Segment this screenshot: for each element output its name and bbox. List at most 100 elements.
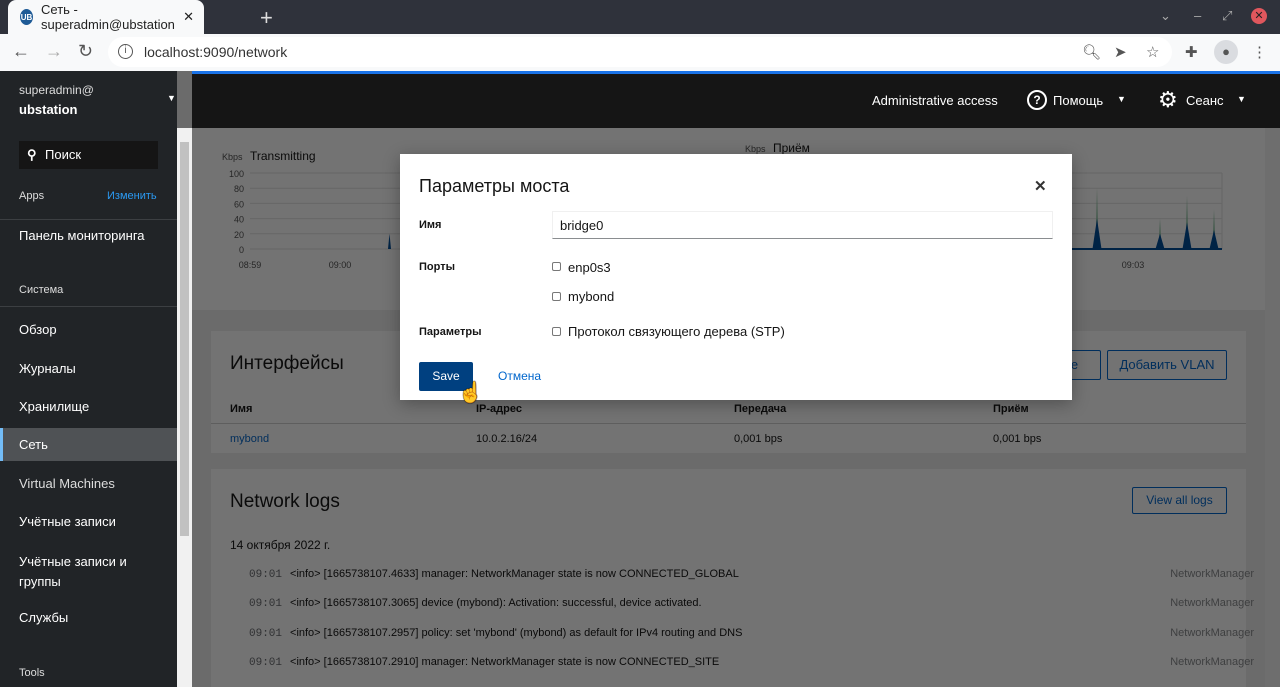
- send-icon[interactable]: ➤: [1114, 43, 1127, 61]
- tab-search-icon[interactable]: ⌄: [1160, 8, 1171, 24]
- star-icon[interactable]: ☆: [1146, 43, 1159, 61]
- column-header-tx[interactable]: Передача: [734, 403, 786, 415]
- log-message: <info> [1665738107.3065] device (mybond)…: [290, 597, 702, 609]
- search-icon: ⚲: [27, 147, 37, 162]
- stp-label[interactable]: Протокол связующего дерева (STP): [568, 324, 785, 339]
- extensions-icon[interactable]: ✚: [1185, 43, 1198, 61]
- params-label: Параметры: [419, 326, 482, 338]
- stp-checkbox[interactable]: [552, 327, 561, 336]
- dialog-title: Параметры моста: [419, 176, 570, 196]
- address-bar[interactable]: i localhost:9090/network: [108, 37, 1172, 67]
- ports-label: Порты: [419, 261, 455, 273]
- cancel-button[interactable]: Отмена: [498, 369, 541, 383]
- edit-apps-link[interactable]: Изменить: [107, 190, 157, 202]
- chart-title: Приём: [773, 141, 810, 155]
- maximize-icon[interactable]: ⤢: [1222, 8, 1232, 24]
- interface-rx: 0,001 bps: [993, 433, 1042, 445]
- log-entry[interactable]: 09:01 <info> [1665738107.2910] manager: N…: [249, 656, 1254, 669]
- divider: [0, 219, 177, 220]
- bridge-name-input[interactable]: bridge0: [552, 211, 1053, 239]
- name-label: Имя: [419, 219, 442, 231]
- tools-label: Tools: [19, 667, 45, 679]
- info-icon[interactable]: i: [118, 44, 133, 59]
- chart-y-unit: Kbps: [745, 144, 766, 154]
- log-time: 09:01: [249, 628, 283, 640]
- page-scrollbar[interactable]: [1265, 128, 1280, 687]
- search-placeholder: Поиск: [45, 147, 82, 162]
- column-header-rx[interactable]: Приём: [993, 403, 1029, 415]
- host-name: ubstation: [19, 102, 78, 117]
- port-enp0s3-label[interactable]: enp0s3: [568, 260, 611, 275]
- administrative-access-button[interactable]: Administrative access: [872, 93, 998, 108]
- host-dropdown-icon[interactable]: ▼: [167, 93, 176, 103]
- x-tick-label: 09:03: [1122, 260, 1145, 270]
- network-logs-title: Network logs: [230, 491, 340, 512]
- sidebar: superadmin@ ubstation ▼ ⚲ Поиск Apps Изм…: [0, 71, 177, 687]
- log-time: 09:01: [249, 657, 283, 669]
- log-time: 09:01: [249, 598, 283, 610]
- sidebar-item-services[interactable]: Службы: [19, 610, 68, 625]
- hand-cursor-icon: ☝: [458, 382, 483, 404]
- minimize-icon[interactable]: –: [1194, 8, 1201, 23]
- interface-ip: 10.0.2.16/24: [476, 433, 538, 445]
- bridge-name-value: bridge0: [560, 218, 604, 233]
- log-source: NetworkManager: [1170, 627, 1254, 639]
- view-all-logs-button[interactable]: View all logs: [1132, 487, 1227, 514]
- help-menu[interactable]: Помощь: [1053, 93, 1103, 108]
- close-window-icon[interactable]: ✕: [1251, 8, 1267, 24]
- log-source: NetworkManager: [1170, 568, 1254, 580]
- close-icon[interactable]: ✕: [1034, 177, 1047, 195]
- sidebar-item-storage[interactable]: Хранилище: [19, 399, 89, 414]
- sidebar-item-network-label: Сеть: [19, 437, 48, 452]
- menu-icon[interactable]: ⋮: [1252, 43, 1267, 61]
- search-input[interactable]: ⚲ Поиск: [19, 141, 158, 169]
- network-logs-card: Network logs View all logs 14 октября 20…: [211, 469, 1254, 687]
- browser-tab[interactable]: UB Сеть - superadmin@ubstation ✕: [8, 0, 204, 34]
- port-mybond-checkbox[interactable]: [552, 292, 561, 301]
- close-tab-icon[interactable]: ✕: [183, 9, 194, 25]
- log-entry[interactable]: 09:01 <info> [1665738107.2957] policy: se…: [249, 627, 1254, 640]
- help-icon: ?: [1027, 90, 1047, 110]
- sidebar-item-logs[interactable]: Журналы: [19, 361, 76, 376]
- tab-title: Сеть - superadmin@ubstation: [41, 2, 175, 32]
- log-entry[interactable]: 09:01 <info> [1665738107.4633] manager: N…: [249, 568, 1254, 581]
- column-header-name[interactable]: Имя: [230, 403, 252, 415]
- table-row[interactable]: mybond 10.0.2.16/24 0,001 bps 0,001 bps: [211, 423, 1246, 453]
- y-tick-label: 40: [234, 215, 244, 225]
- sidebar-item-dashboard[interactable]: Панель мониторинга: [19, 228, 145, 243]
- reload-icon[interactable]: ↻: [78, 41, 93, 62]
- sidebar-item-accounts[interactable]: Учётные записи: [19, 514, 116, 529]
- log-message: <info> [1665738107.4633] manager: Networ…: [290, 568, 739, 580]
- log-entry[interactable]: 09:01 <info> [1665738107.3065] device (my…: [249, 597, 1254, 610]
- bridge-settings-dialog: Параметры моста ✕ Имя bridge0 Порты enp0…: [400, 154, 1072, 404]
- zoom-icon[interactable]: 🔍︎: [1082, 43, 1101, 61]
- sidebar-item-accounts-groups[interactable]: Учётные записи и группы: [19, 552, 149, 592]
- favicon-icon: UB: [20, 9, 34, 25]
- session-menu[interactable]: Сеанс: [1186, 93, 1224, 108]
- forward-icon[interactable]: →: [45, 41, 63, 62]
- profile-icon[interactable]: ●: [1214, 40, 1238, 64]
- log-message: <info> [1665738107.2957] policy: set 'my…: [290, 627, 743, 639]
- interface-name-link[interactable]: mybond: [230, 433, 269, 445]
- divider: [0, 306, 177, 307]
- url-text: localhost:9090/network: [144, 44, 288, 60]
- top-header: Administrative access ? Помощь ▼ ⚙ Сеанс…: [192, 74, 1280, 128]
- sidebar-item-overview[interactable]: Обзор: [19, 322, 57, 337]
- log-message: <info> [1665738107.2910] manager: Networ…: [290, 656, 720, 668]
- chart-spike: [388, 233, 391, 249]
- back-icon[interactable]: ←: [12, 41, 30, 62]
- sidebar-item-virtual-machines[interactable]: Virtual Machines: [19, 476, 115, 491]
- apps-label: Apps: [19, 190, 45, 202]
- y-tick-label: 80: [234, 184, 244, 194]
- add-vlan-button[interactable]: Добавить VLAN: [1107, 350, 1227, 380]
- interfaces-title: Интерфейсы: [230, 353, 344, 374]
- new-tab-icon[interactable]: +: [260, 5, 273, 31]
- sidebar-scrollbar-thumb[interactable]: [180, 142, 189, 536]
- gear-icon: ⚙: [1158, 87, 1178, 112]
- y-tick-label: 60: [234, 199, 244, 209]
- chevron-down-icon: ▼: [1237, 94, 1246, 104]
- chart-y-unit: Kbps: [222, 152, 243, 162]
- port-enp0s3-checkbox[interactable]: [552, 262, 561, 271]
- port-mybond-label[interactable]: mybond: [568, 289, 614, 304]
- interface-tx: 0,001 bps: [734, 433, 783, 445]
